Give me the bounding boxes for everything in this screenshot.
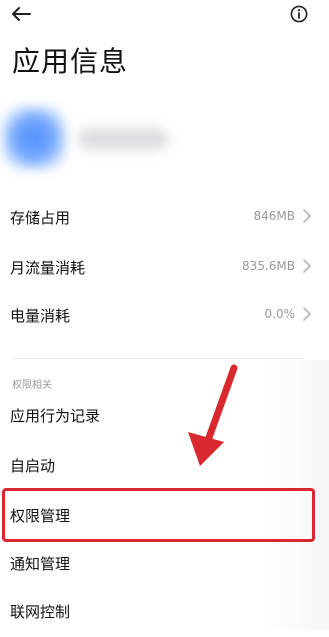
chevron-right-icon: [303, 259, 311, 273]
page-title: 应用信息: [12, 45, 129, 78]
storage-label: 存储占用: [10, 209, 71, 227]
battery-usage-value: 0.0%: [264, 307, 296, 321]
data-usage-label: 月流量消耗: [10, 259, 86, 277]
storage-value: 846MB: [253, 209, 296, 223]
red-arrow-annotation: [188, 364, 238, 466]
app-icon: [2, 106, 66, 170]
info-circle-icon: [290, 5, 308, 23]
data-usage-row[interactable]: 月流量消耗 835.6MB: [0, 243, 329, 293]
battery-usage-row[interactable]: 电量消耗 0.0%: [0, 291, 329, 341]
arrow-left-icon: [12, 7, 31, 21]
chevron-right-icon: [303, 307, 311, 321]
chevron-right-icon: [303, 209, 311, 223]
permissions-section-label: 权限相关: [12, 380, 52, 391]
behavior-log-label: 应用行为记录: [10, 407, 101, 425]
battery-usage-label: 电量消耗: [10, 307, 71, 325]
data-usage-value: 835.6MB: [242, 259, 295, 273]
info-button[interactable]: [287, 3, 311, 25]
permission-item-autostart[interactable]: 自启动: [0, 441, 329, 491]
section-divider: [12, 358, 304, 359]
permission-item-behavior-log[interactable]: 应用行为记录: [0, 391, 329, 441]
app-header: [0, 102, 329, 182]
storage-row[interactable]: 存储占用 846MB: [0, 193, 329, 243]
app-name-redacted: [78, 128, 168, 150]
back-button[interactable]: [8, 2, 34, 26]
permission-item-notification-management[interactable]: 通知管理: [0, 539, 329, 589]
top-bar: [0, 0, 329, 30]
network-control-label: 联网控制: [10, 603, 71, 621]
notification-management-label: 通知管理: [10, 555, 71, 573]
highlight-box: [2, 488, 315, 542]
autostart-label: 自启动: [10, 457, 56, 475]
